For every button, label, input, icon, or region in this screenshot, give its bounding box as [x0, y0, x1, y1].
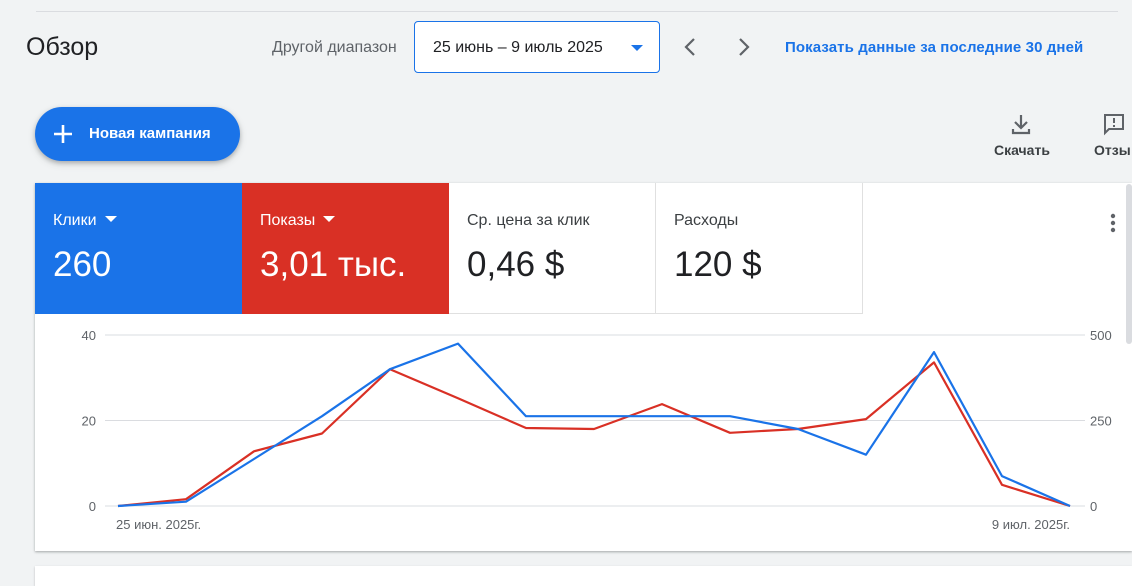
performance-card: Клики 260 Показы 3,01 тыс. Ср. цена за к… — [35, 183, 1132, 551]
metric-avg-cpc-value: 0,46 $ — [467, 245, 565, 284]
date-range-value: 25 июнь – 9 июль 2025 — [433, 39, 603, 56]
dropdown-icon — [104, 215, 117, 222]
download-button[interactable]: Скачать — [990, 110, 1054, 162]
metric-avg-cpc[interactable]: Ср. цена за клик 0,46 $ — [449, 183, 656, 314]
x-tick-label: 25 июн. 2025г. — [116, 517, 201, 532]
scrollbar[interactable] — [1126, 184, 1132, 344]
y-left-tick-label: 20 — [82, 414, 96, 429]
new-campaign-button[interactable]: Новая кампания — [35, 107, 240, 161]
metric-clicks-label: Клики — [53, 212, 117, 230]
metric-impressions[interactable]: Показы 3,01 тыс. — [242, 183, 449, 314]
page-title: Обзор — [26, 33, 99, 61]
date-range-select[interactable]: 25 июнь – 9 июль 2025 — [414, 21, 660, 73]
new-campaign-label: Новая кампания — [89, 125, 211, 142]
metric-cost[interactable]: Расходы 120 $ — [656, 183, 863, 314]
metric-impressions-label-text: Показы — [260, 212, 316, 229]
chevron-right-icon — [739, 38, 750, 56]
y-left-tick-label: 40 — [82, 328, 96, 343]
x-tick-label: 9 июл. 2025г. — [992, 517, 1070, 532]
dropdown-icon — [323, 215, 336, 222]
metric-clicks-value: 260 — [53, 245, 112, 284]
metric-impressions-label: Показы — [260, 212, 336, 230]
dropdown-icon — [631, 45, 643, 51]
y-right-tick-label: 0 — [1090, 499, 1097, 514]
performance-chart: 0 20 40 0 250 500 25 июн. 2025г. 9 июл. 2025г. — [82, 328, 1112, 532]
next-period-button[interactable] — [732, 34, 756, 60]
y-right-tick-label: 250 — [1090, 414, 1112, 429]
y-right-tick-label: 500 — [1090, 328, 1112, 343]
metric-cost-label: Расходы — [674, 212, 739, 229]
metric-clicks[interactable]: Клики 260 — [35, 183, 242, 314]
next-card — [35, 566, 1132, 586]
feedback-icon — [1104, 114, 1124, 136]
more-vert-icon[interactable] — [1107, 211, 1119, 235]
y-left-tick-label: 0 — [89, 499, 96, 514]
last-30-days-link[interactable]: Показать данные за последние 30 дней — [785, 39, 1083, 56]
metric-clicks-label-text: Клики — [53, 212, 97, 229]
metric-impressions-value: 3,01 тыс. — [260, 245, 407, 284]
feedback-label: Отзы — [1094, 142, 1131, 158]
previous-period-button[interactable] — [678, 34, 702, 60]
download-label: Скачать — [994, 142, 1050, 158]
date-range-label: Другой диапазон — [272, 39, 397, 56]
chevron-left-icon — [684, 38, 695, 56]
series-line-impressions — [117, 361, 1071, 508]
plus-icon — [54, 125, 72, 143]
metric-avg-cpc-label: Ср. цена за клик — [467, 212, 590, 229]
metric-cost-value: 120 $ — [674, 245, 762, 284]
feedback-button[interactable]: Отзы — [1092, 110, 1132, 162]
top-divider — [0, 0, 1132, 12]
download-icon — [1011, 115, 1031, 135]
